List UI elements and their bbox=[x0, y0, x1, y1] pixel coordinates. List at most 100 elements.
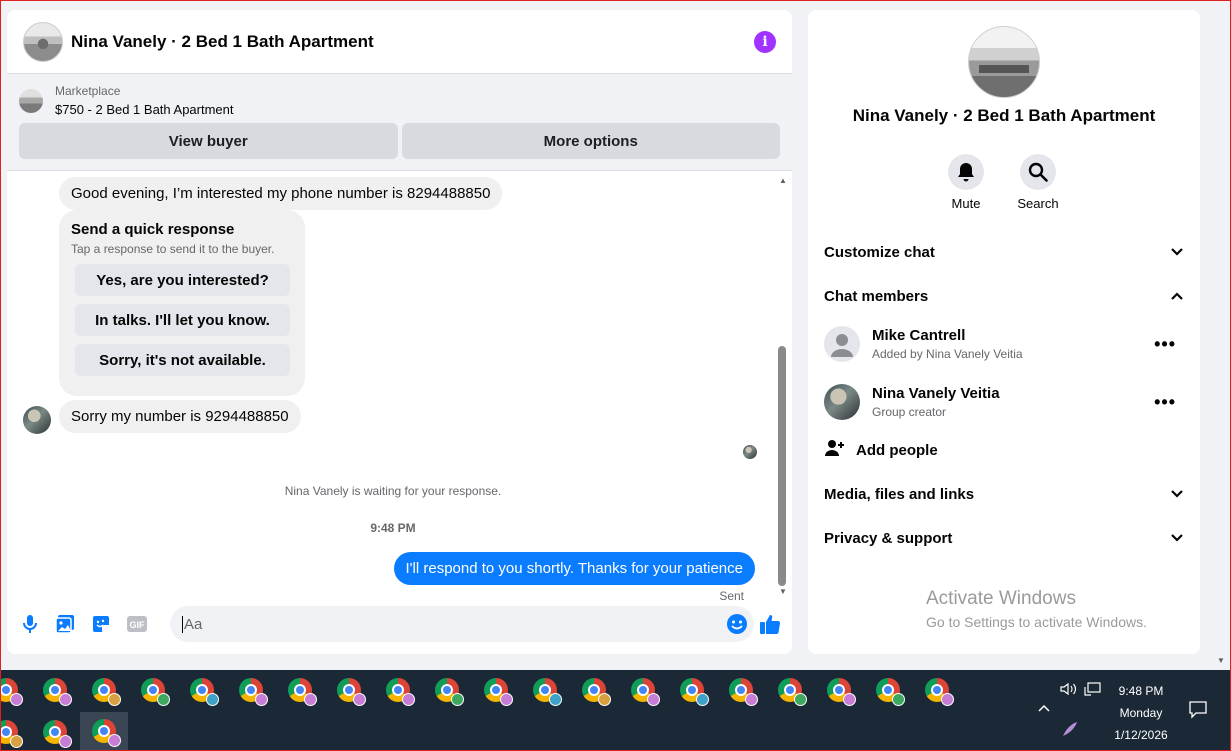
chevron-down-icon[interactable] bbox=[1170, 486, 1184, 503]
pen-icon[interactable] bbox=[1061, 720, 1079, 741]
scroll-down-arrow[interactable]: ▼ bbox=[779, 587, 787, 596]
mute-label: Mute bbox=[951, 196, 981, 211]
clock-day: Monday bbox=[1119, 706, 1163, 720]
info-icon[interactable]: i bbox=[754, 30, 776, 53]
chrome-icon bbox=[827, 678, 856, 706]
more-icon[interactable]: ••• bbox=[1154, 392, 1176, 413]
chrome-taskbar-icon[interactable] bbox=[227, 670, 275, 710]
chrome-taskbar-icon[interactable] bbox=[325, 670, 373, 710]
chrome-taskbar-icon[interactable] bbox=[717, 670, 765, 710]
chrome-icon bbox=[778, 678, 807, 706]
chrome-taskbar-icon[interactable] bbox=[0, 712, 30, 751]
incoming-message[interactable]: Sorry my number is 9294488850 bbox=[59, 400, 301, 433]
section-label: Media, files and links bbox=[824, 485, 975, 503]
chrome-taskbar-icon[interactable] bbox=[570, 670, 618, 710]
profile-badge-icon bbox=[647, 693, 660, 706]
notifications-icon[interactable] bbox=[1189, 701, 1207, 722]
chrome-taskbar-icon[interactable] bbox=[129, 670, 177, 710]
member-row[interactable]: Mike Cantrell Added by Nina Vanely Veiti… bbox=[824, 322, 1184, 366]
message-input[interactable] bbox=[184, 615, 704, 633]
member-name[interactable]: Nina Vanely Veitia bbox=[872, 385, 1000, 402]
chat-members-section[interactable]: Chat members bbox=[824, 281, 1184, 311]
like-icon[interactable] bbox=[759, 613, 781, 635]
show-hidden-icons-chevron-icon[interactable] bbox=[1037, 702, 1051, 716]
chrome-taskbar-icon[interactable] bbox=[178, 670, 226, 710]
sticker-icon[interactable] bbox=[90, 613, 112, 635]
profile-badge-icon bbox=[59, 693, 72, 706]
member-name[interactable]: Mike Cantrell bbox=[872, 327, 1023, 344]
add-people-label: Add people bbox=[856, 441, 938, 459]
conversation-avatar[interactable] bbox=[968, 26, 1040, 98]
listing-title[interactable]: $750 - 2 Bed 1 Bath Apartment bbox=[55, 102, 234, 117]
quick-response-yes[interactable]: Yes, are you interested? bbox=[75, 264, 290, 296]
listing-avatar[interactable] bbox=[23, 21, 63, 62]
photo-icon[interactable] bbox=[54, 613, 76, 635]
clock-time: 9:48 PM bbox=[1118, 684, 1164, 698]
chrome-taskbar-icon[interactable] bbox=[472, 670, 520, 710]
default-avatar-icon[interactable] bbox=[824, 326, 860, 362]
chrome-taskbar-icon[interactable] bbox=[619, 670, 667, 710]
chrome-taskbar-icon[interactable] bbox=[80, 712, 128, 751]
chevron-down-icon[interactable] bbox=[1170, 530, 1184, 547]
emoji-icon[interactable] bbox=[726, 613, 748, 640]
speaker-icon[interactable] bbox=[1060, 682, 1078, 699]
watermark-subtitle: Go to Settings to activate Windows. bbox=[926, 614, 1147, 630]
chrome-taskbar-icon[interactable] bbox=[521, 670, 569, 710]
section-label: Privacy & support bbox=[824, 529, 953, 547]
member-avatar[interactable] bbox=[824, 384, 860, 420]
profile-badge-icon bbox=[794, 693, 807, 706]
chrome-taskbar-icon[interactable] bbox=[766, 670, 814, 710]
chat-title[interactable]: Nina Vanely · 2 Bed 1 Bath Apartment bbox=[71, 32, 374, 52]
customize-chat-section[interactable]: Customize chat bbox=[824, 237, 1184, 267]
add-people-button[interactable]: Add people bbox=[824, 438, 938, 462]
chrome-taskbar-icon[interactable] bbox=[80, 670, 128, 710]
chrome-taskbar-icon[interactable] bbox=[0, 670, 30, 710]
chrome-taskbar-icon[interactable] bbox=[913, 670, 961, 710]
microphone-icon[interactable] bbox=[19, 613, 41, 635]
incoming-message[interactable]: Good evening, I’m interested my phone nu… bbox=[59, 177, 503, 210]
more-options-button[interactable]: More options bbox=[401, 123, 780, 159]
media-files-section[interactable]: Media, files and links bbox=[824, 479, 1184, 509]
chrome-icon bbox=[680, 678, 709, 706]
quick-response-not-available[interactable]: Sorry, it's not available. bbox=[75, 344, 290, 376]
privacy-support-section[interactable]: Privacy & support bbox=[824, 523, 1184, 553]
scrollbar-thumb[interactable] bbox=[778, 346, 786, 586]
chevron-down-icon[interactable] bbox=[1170, 244, 1184, 261]
chrome-taskbar-icon[interactable] bbox=[31, 712, 79, 751]
sender-avatar[interactable] bbox=[23, 406, 51, 434]
chrome-taskbar-icon[interactable] bbox=[864, 670, 912, 710]
waiting-notice: Nina Vanely is waiting for your response… bbox=[284, 484, 502, 498]
search-button[interactable]: Search bbox=[1008, 154, 1068, 211]
chrome-taskbar-icon[interactable] bbox=[668, 670, 716, 710]
chrome-icon bbox=[288, 678, 317, 706]
search-icon[interactable] bbox=[1020, 154, 1056, 190]
member-row[interactable]: Nina Vanely Veitia Group creator ••• bbox=[824, 380, 1184, 424]
message-input-box[interactable] bbox=[170, 606, 754, 642]
chrome-taskbar-icon[interactable] bbox=[31, 670, 79, 710]
listing-thumbnail[interactable] bbox=[19, 88, 43, 113]
chrome-taskbar-icon[interactable] bbox=[423, 670, 471, 710]
profile-badge-icon bbox=[255, 693, 268, 706]
profile-badge-icon bbox=[304, 693, 317, 706]
scroll-up-arrow[interactable]: ▲ bbox=[779, 176, 787, 185]
page-scroll-down-arrow[interactable]: ▼ bbox=[1217, 656, 1225, 665]
mute-button[interactable]: Mute bbox=[936, 154, 996, 211]
view-buyer-button[interactable]: View buyer bbox=[19, 123, 398, 159]
more-icon[interactable]: ••• bbox=[1154, 334, 1176, 355]
profile-badge-icon bbox=[892, 693, 905, 706]
chrome-taskbar-icon[interactable] bbox=[276, 670, 324, 710]
system-clock[interactable]: 9:48 PM Monday 1/12/2026 bbox=[1110, 680, 1172, 746]
chrome-taskbar-icon[interactable] bbox=[815, 670, 863, 710]
chrome-icon bbox=[92, 678, 121, 706]
outgoing-message[interactable]: I'll respond to you shortly. Thanks for … bbox=[393, 552, 755, 585]
chrome-icon bbox=[631, 678, 660, 706]
clock-date: 1/12/2026 bbox=[1114, 728, 1168, 742]
gif-icon[interactable]: GIF bbox=[126, 613, 148, 635]
quick-response-in-talks[interactable]: In talks. I'll let you know. bbox=[75, 304, 290, 336]
message-scrollbar[interactable]: ▲ ▼ bbox=[777, 176, 789, 600]
network-icon[interactable] bbox=[1084, 682, 1102, 701]
bell-icon[interactable] bbox=[948, 154, 984, 190]
chrome-taskbar-icon[interactable] bbox=[374, 670, 422, 710]
quick-response-title: Send a quick response bbox=[71, 221, 235, 238]
chevron-up-icon[interactable] bbox=[1170, 288, 1184, 305]
